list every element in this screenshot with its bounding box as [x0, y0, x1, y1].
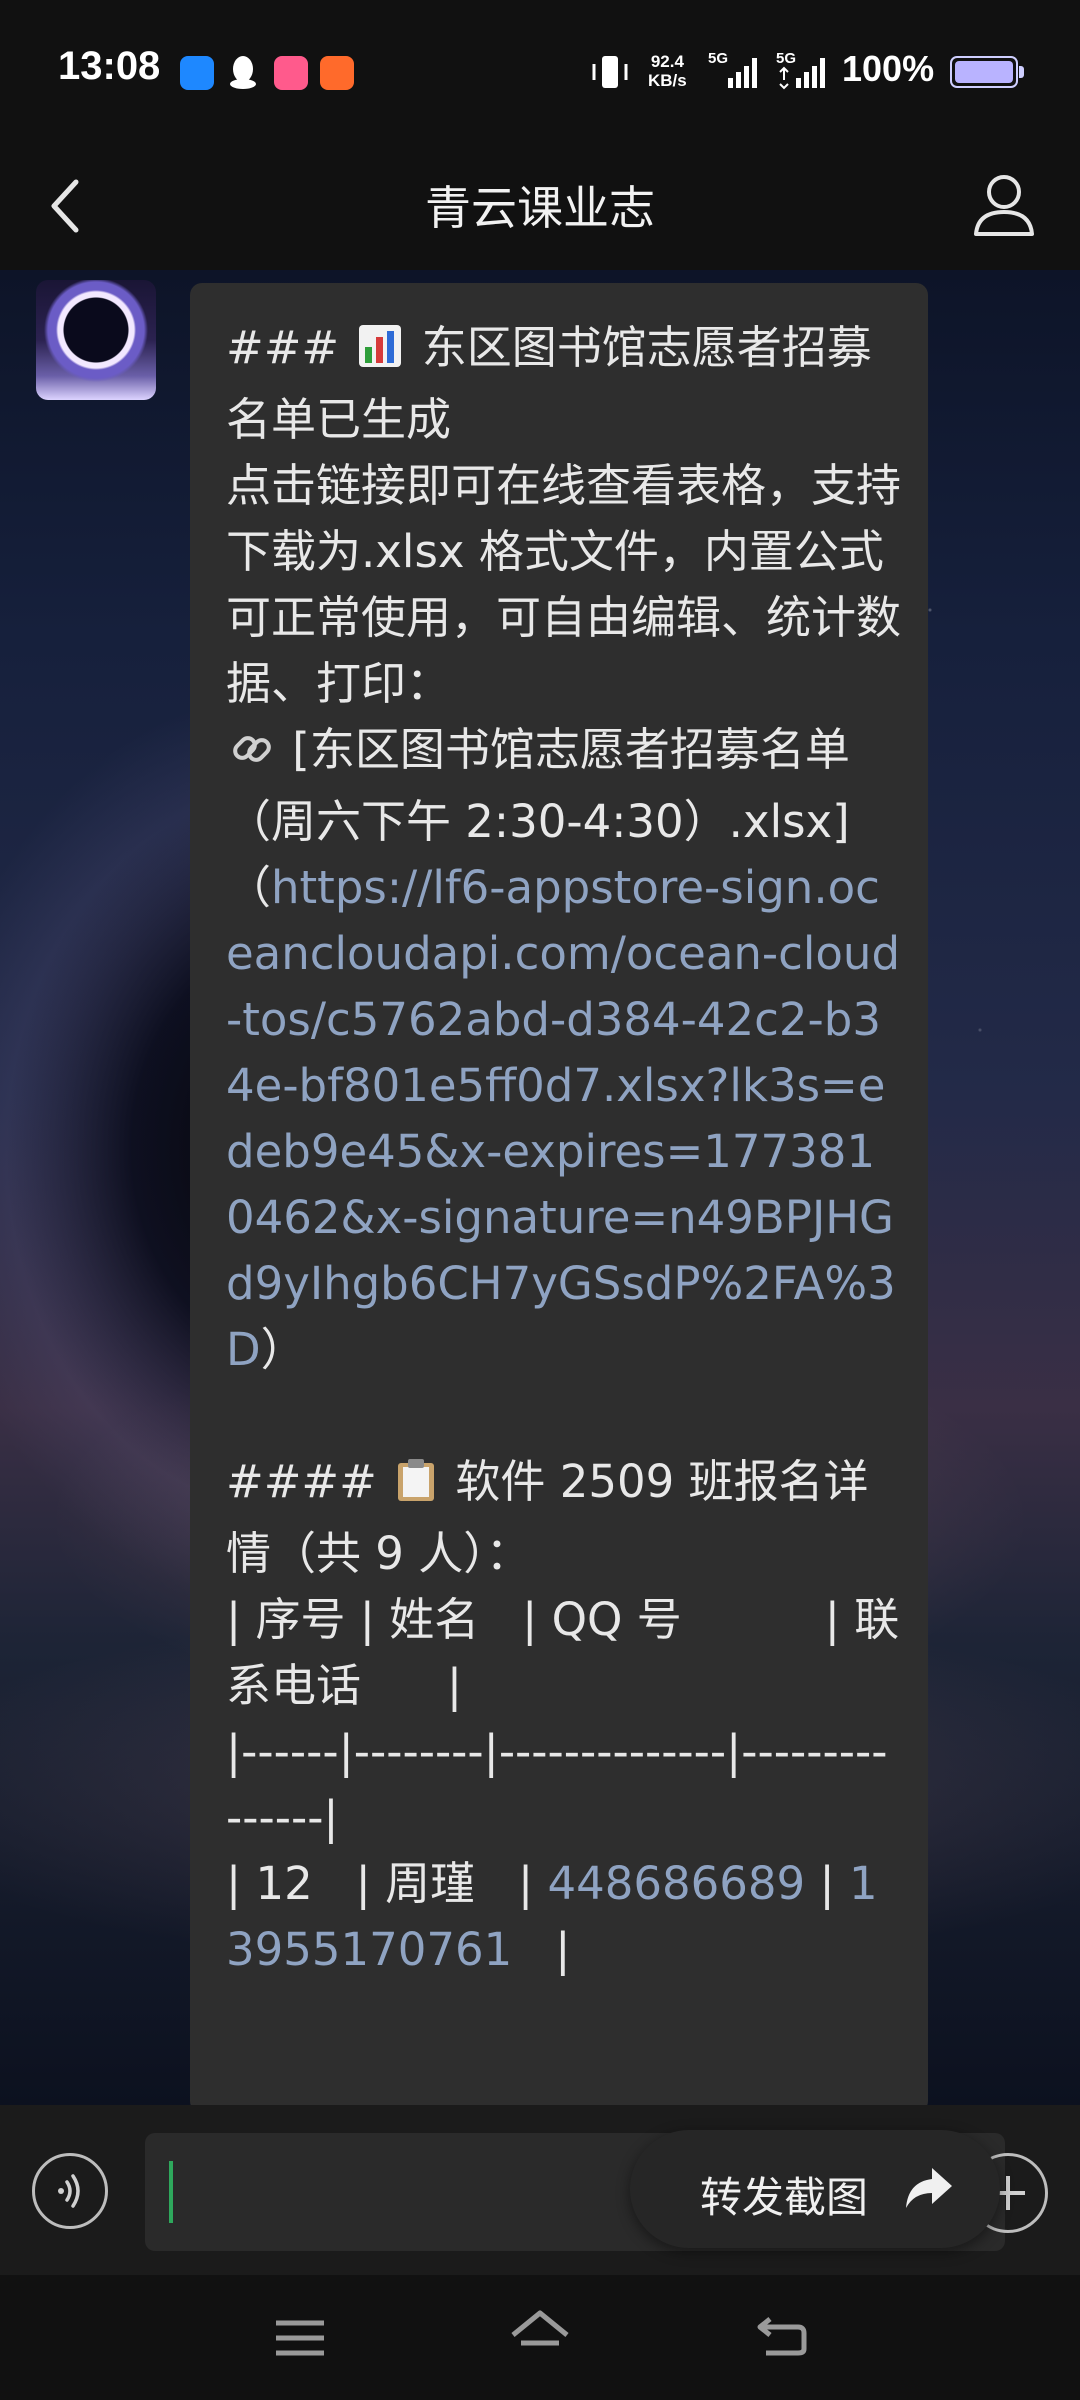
message-text[interactable]: ### 东区图书馆志愿者招募名单已生成 点击链接即可在线查看表格，支持下载为.x… — [226, 315, 902, 1983]
system-navigation-bar — [0, 2275, 1080, 2400]
signal-5g-2: 5G — [774, 50, 834, 92]
bar-chart-icon — [357, 321, 403, 387]
signal-5g-1: 5G — [708, 50, 764, 92]
net-speed-value: 92.4 — [650, 52, 684, 71]
voice-icon — [58, 2174, 80, 2208]
menu-icon[interactable] — [270, 2313, 330, 2363]
table-divider: |------|--------|--------------|--------… — [226, 1725, 888, 1844]
profile-icon — [974, 175, 1034, 236]
battery-percent: 100% — [842, 48, 935, 89]
qq-notification-icon — [228, 54, 258, 90]
clipboard-icon — [395, 1455, 437, 1521]
text-caret — [169, 2161, 173, 2223]
net-speed: 92.4 KB/s — [648, 52, 687, 90]
table-row-end: | — [512, 1923, 571, 1976]
table-row-prefix: | 12 | 周瑾 | — [226, 1857, 548, 1910]
link-close: ） — [260, 1323, 306, 1376]
status-time: 13:08 — [58, 44, 161, 88]
forward-screenshot-button[interactable]: 转发截图 — [630, 2130, 1000, 2248]
status-bar: 13:08 92.4 KB/s 5G 5G 100% — [0, 0, 1080, 140]
chat-header: 青云课业志 — [0, 140, 1080, 270]
intro-text: 点击链接即可在线查看表格，支持下载为.xlsx 格式文件，内置公式可正常使用，可… — [226, 459, 902, 710]
net-speed-unit: KB/s — [648, 71, 687, 90]
table-row-sep: | — [805, 1857, 849, 1910]
message-bubble[interactable]: ### 东区图书馆志愿者招募名单已生成 点击链接即可在线查看表格，支持下载为.x… — [190, 283, 928, 2113]
sender-avatar[interactable] — [36, 280, 156, 400]
table-header: | 序号 | 姓名 | QQ 号 | 联系电话 | — [226, 1593, 900, 1712]
profile-button[interactable] — [964, 164, 1044, 244]
heading-prefix: ### — [226, 321, 354, 374]
file-download-link[interactable]: https://lf6-appstore-sign.oceancloudapi.… — [226, 861, 900, 1376]
chat-title: 青云课业志 — [425, 181, 655, 235]
app-notification-icon — [180, 56, 214, 90]
lalal-notification-icon — [274, 56, 308, 90]
section-prefix: #### — [226, 1455, 392, 1508]
vibrate-icon — [588, 52, 632, 92]
return-icon[interactable] — [752, 2307, 812, 2363]
forward-screenshot-label: 转发截图 — [700, 2173, 869, 2222]
link-icon — [230, 723, 274, 789]
shopping-notification-icon — [320, 56, 354, 90]
home-icon[interactable] — [505, 2307, 575, 2363]
share-arrow-icon — [906, 2168, 952, 2208]
battery-icon — [950, 56, 1024, 88]
voice-button[interactable] — [32, 2153, 108, 2229]
qq-number-link[interactable]: 448686689 — [547, 1857, 805, 1910]
